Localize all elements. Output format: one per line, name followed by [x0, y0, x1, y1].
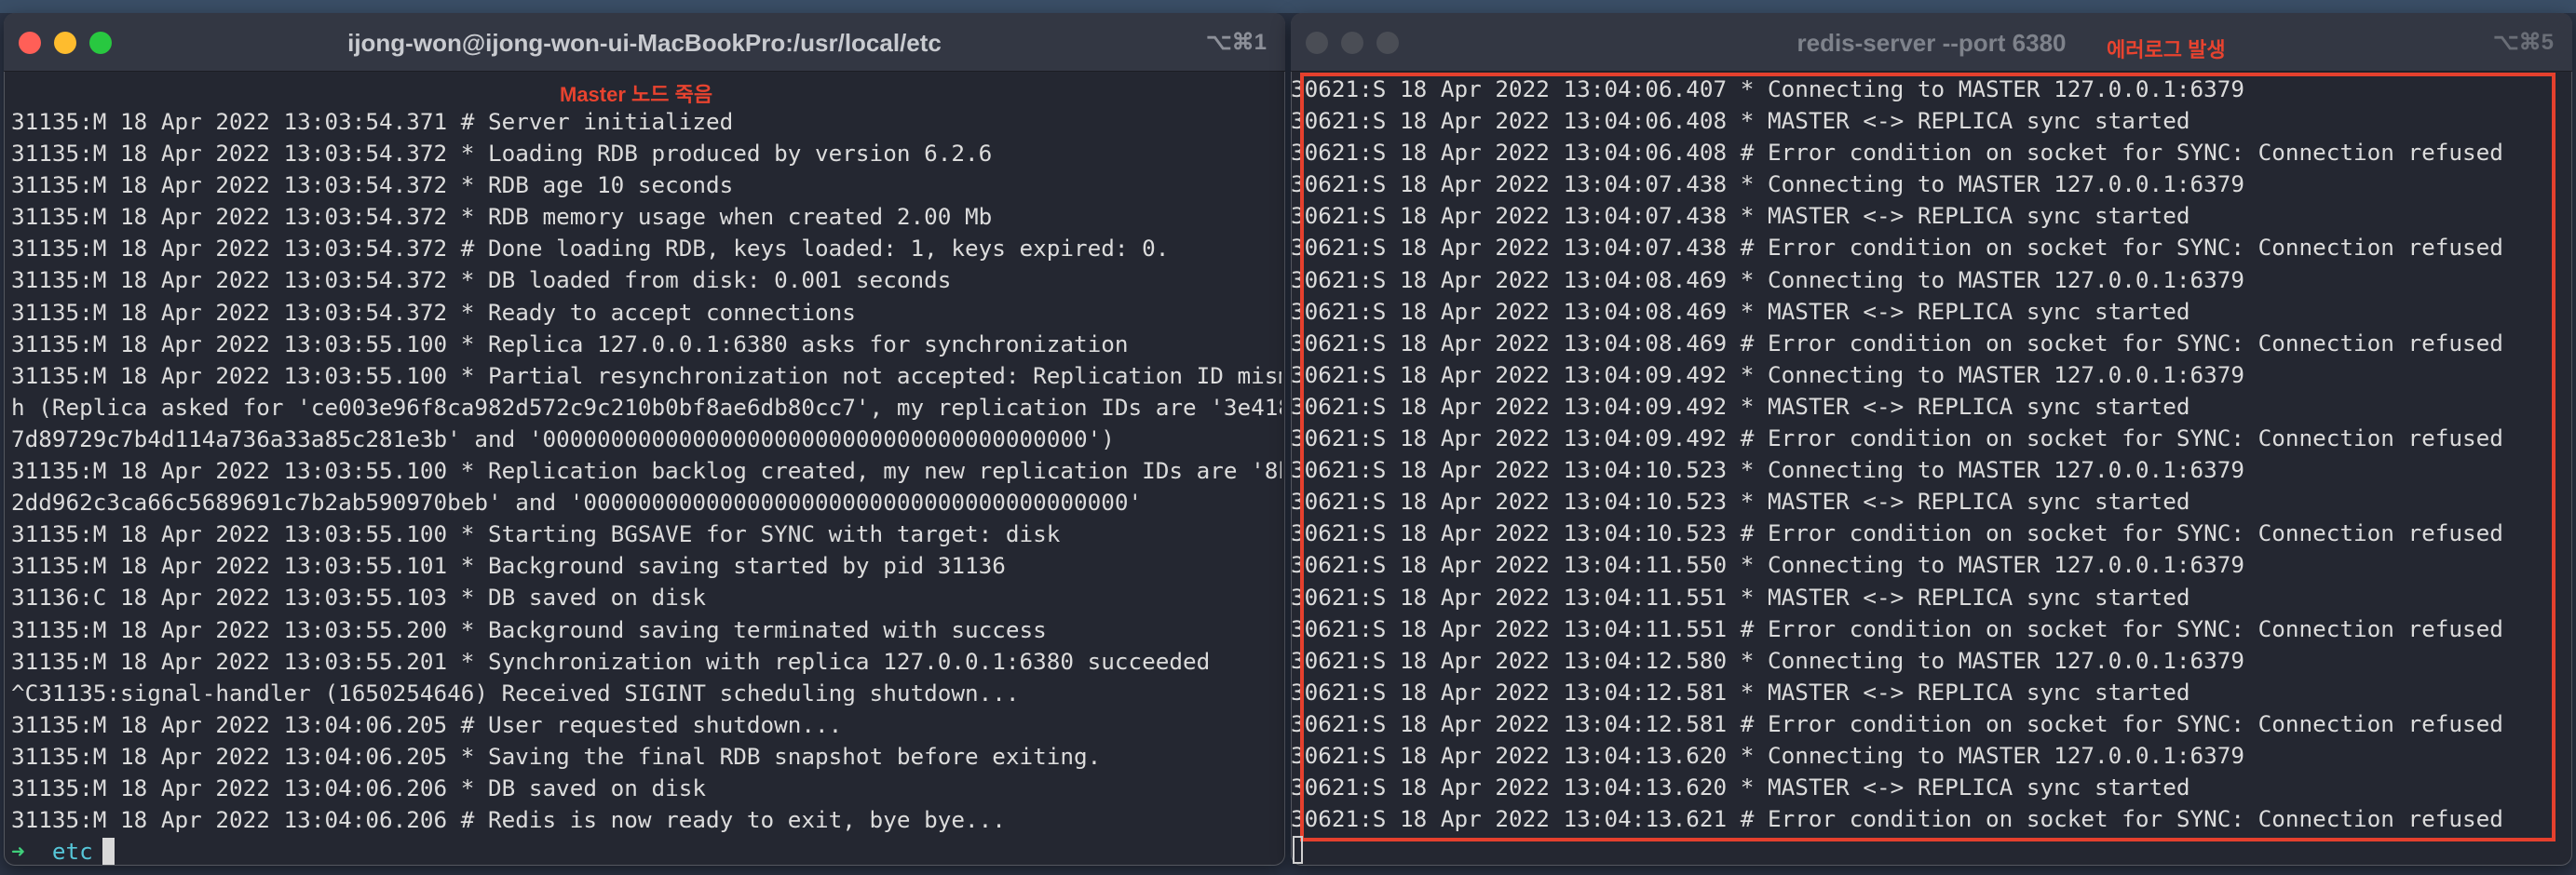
log-line: 30621:S 18 Apr 2022 13:04:13.620 * MASTE…: [1291, 774, 2190, 801]
log-line: 30621:S 18 Apr 2022 13:04:12.581 # Error…: [1291, 709, 2503, 737]
terminal-window-right[interactable]: redis-server --port 6380 ⌥⌘5 에러로그 발생 306…: [1291, 13, 2572, 866]
log-line: 30621:S 18 Apr 2022 13:04:07.438 * MASTE…: [1291, 202, 2190, 230]
terminal-output[interactable]: 31135:M 18 Apr 2022 13:03:54.371 # Serve…: [11, 106, 1281, 866]
log-line: 30621:S 18 Apr 2022 13:04:11.551 # Error…: [1291, 614, 2503, 642]
log-line: 30621:S 18 Apr 2022 13:04:11.550 * Conne…: [1291, 551, 2244, 579]
text-cursor: [102, 838, 115, 866]
log-line: 30621:S 18 Apr 2022 13:04:06.408 * MASTE…: [1291, 107, 2190, 135]
log-line: 31135:M 18 Apr 2022 13:04:06.206 # Redis…: [11, 806, 1006, 834]
window-title: ijong-won@ijong-won-ui-MacBookPro:/usr/l…: [347, 29, 942, 57]
log-line: 30621:S 18 Apr 2022 13:04:13.621 # Error…: [1291, 805, 2503, 833]
terminal-window-left[interactable]: ijong-won@ijong-won-ui-MacBookPro:/usr/l…: [4, 13, 1285, 866]
window-titlebar[interactable]: redis-server --port 6380 ⌥⌘5: [1291, 13, 2572, 72]
log-line: 31135:M 18 Apr 2022 13:03:54.371 # Serve…: [11, 108, 734, 135]
log-line: 30621:S 18 Apr 2022 13:04:07.438 # Error…: [1291, 234, 2503, 262]
log-line: 31135:M 18 Apr 2022 13:04:06.205 * Savin…: [11, 742, 1102, 770]
log-line: 30621:S 18 Apr 2022 13:04:12.581 * MASTE…: [1291, 678, 2190, 706]
log-line: 31135:M 18 Apr 2022 13:04:06.206 * DB sa…: [11, 774, 707, 801]
log-line: 31135:M 18 Apr 2022 13:03:54.372 * RDB a…: [11, 171, 734, 199]
log-line: 31135:M 18 Apr 2022 13:03:55.100 * Parti…: [11, 361, 1281, 389]
log-line: 31135:M 18 Apr 2022 13:03:55.100 * Repli…: [11, 330, 1129, 357]
log-line: 31136:C 18 Apr 2022 13:03:55.103 * DB sa…: [11, 584, 707, 612]
log-line: 30621:S 18 Apr 2022 13:04:08.469 * MASTE…: [1291, 297, 2190, 325]
log-line: 31135:M 18 Apr 2022 13:03:55.100 * Start…: [11, 520, 1061, 548]
log-line: 30621:S 18 Apr 2022 13:04:09.492 # Error…: [1291, 424, 2503, 452]
inactive-cursor: [1293, 836, 1303, 864]
prompt-directory: etc: [51, 838, 93, 866]
window-shortcut: ⌥⌘1: [1205, 30, 1267, 55]
terminal-output[interactable]: 30621:S 18 Apr 2022 13:04:06.407 * Conne…: [1291, 74, 2569, 835]
window-titlebar[interactable]: ijong-won@ijong-won-ui-MacBookPro:/usr/l…: [4, 13, 1285, 72]
log-line: ^C31135:signal-handler (1650254646) Rece…: [11, 679, 1020, 707]
log-line: h (Replica asked for 'ce003e96f8ca982d57…: [11, 393, 1281, 421]
log-line: 7d89729c7b4d114a736a33a85c281e3b' and '0…: [11, 424, 1115, 452]
log-line: 30621:S 18 Apr 2022 13:04:10.523 * MASTE…: [1291, 488, 2190, 516]
log-line: 31135:M 18 Apr 2022 13:03:55.101 * Backg…: [11, 552, 1006, 580]
log-line: 30621:S 18 Apr 2022 13:04:09.492 * MASTE…: [1291, 392, 2190, 420]
annotation-master-node-down: Master 노드 죽음: [560, 83, 713, 106]
window-shortcut: ⌥⌘5: [2492, 30, 2554, 55]
log-line: 30621:S 18 Apr 2022 13:04:09.492 * Conne…: [1291, 360, 2244, 388]
log-line: 31135:M 18 Apr 2022 13:03:54.372 * Ready…: [11, 298, 856, 326]
log-line: 30621:S 18 Apr 2022 13:04:08.469 # Error…: [1291, 329, 2503, 357]
log-line: 30621:S 18 Apr 2022 13:04:13.620 * Conne…: [1291, 741, 2244, 769]
log-line: 31135:M 18 Apr 2022 13:03:55.100 * Repli…: [11, 457, 1281, 485]
shell-prompt[interactable]: ➜ etc: [11, 836, 1281, 866]
log-line: 30621:S 18 Apr 2022 13:04:10.523 * Conne…: [1291, 456, 2244, 484]
log-line: 30621:S 18 Apr 2022 13:04:07.438 * Conne…: [1291, 170, 2244, 198]
log-line: 31135:M 18 Apr 2022 13:04:06.205 # User …: [11, 710, 843, 738]
desktop-background: [0, 0, 2576, 13]
prompt-arrow-icon: ➜: [11, 838, 25, 866]
log-line: 2dd962c3ca66c5689691c7b2ab590970beb' and…: [11, 489, 1143, 517]
log-line: 31135:M 18 Apr 2022 13:03:54.372 * DB lo…: [11, 266, 952, 294]
log-line: 30621:S 18 Apr 2022 13:04:06.407 * Conne…: [1291, 75, 2244, 102]
log-line: 30621:S 18 Apr 2022 13:04:08.469 * Conne…: [1291, 265, 2244, 293]
log-line: 30621:S 18 Apr 2022 13:04:12.580 * Conne…: [1291, 646, 2244, 674]
log-line: 31135:M 18 Apr 2022 13:03:55.200 * Backg…: [11, 615, 1047, 643]
annotation-error-log: 에러로그 발생: [2107, 38, 2226, 61]
log-line: 30621:S 18 Apr 2022 13:04:10.523 # Error…: [1291, 519, 2503, 547]
log-line: 31135:M 18 Apr 2022 13:03:54.372 * RDB m…: [11, 203, 993, 231]
window-title: redis-server --port 6380: [1796, 29, 2067, 57]
log-line: 31135:M 18 Apr 2022 13:03:54.372 # Done …: [11, 235, 1170, 262]
log-line: 31135:M 18 Apr 2022 13:03:54.372 * Loadi…: [11, 140, 993, 168]
log-line: 30621:S 18 Apr 2022 13:04:06.408 # Error…: [1291, 139, 2503, 167]
log-line: 31135:M 18 Apr 2022 13:03:55.201 * Synch…: [11, 647, 1211, 675]
log-line: 30621:S 18 Apr 2022 13:04:11.551 * MASTE…: [1291, 583, 2190, 611]
